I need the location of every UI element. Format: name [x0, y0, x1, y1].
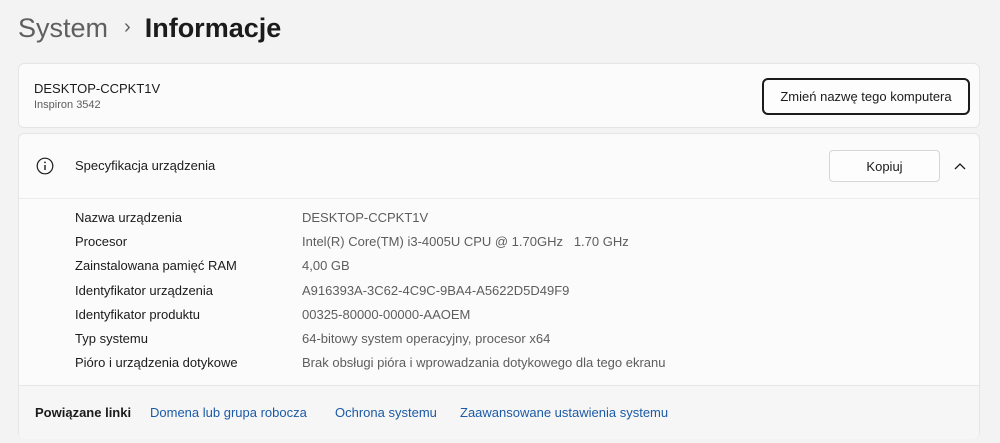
- spec-label: Pióro i urządzenia dotykowe: [75, 355, 238, 371]
- spec-row-device-id: Identyfikator urządzenia A916393A-3C62-4…: [19, 279, 979, 303]
- rename-pc-button[interactable]: Zmień nazwę tego komputera: [762, 78, 970, 115]
- device-specs-title: Specyfikacja urządzenia: [75, 158, 216, 173]
- spec-label: Procesor: [75, 234, 128, 250]
- device-model: Inspiron 3542: [34, 99, 101, 111]
- spec-row-pen-touch: Pióro i urządzenia dotykowe Brak obsługi…: [19, 351, 979, 375]
- spec-value: Brak obsługi pióra i wprowadzania dotyko…: [302, 355, 666, 371]
- spec-row-ram: Zainstalowana pamięć RAM 4,00 GB: [19, 254, 979, 278]
- copy-button[interactable]: Kopiuj: [829, 150, 940, 182]
- spec-value: 64-bitowy system operacyjny, procesor x6…: [302, 330, 551, 346]
- spec-list: Nazwa urządzenia DESKTOP-CCPKT1V Proceso…: [19, 206, 979, 375]
- device-name: DESKTOP-CCPKT1V: [34, 81, 161, 96]
- breadcrumb-system[interactable]: System: [18, 13, 108, 44]
- info-icon: [36, 157, 54, 175]
- breadcrumb-separator: ›: [124, 15, 131, 38]
- spec-value: 4,00 GB: [302, 258, 350, 274]
- spec-value: A916393A-3C62-4C9C-9BA4-A5622D5D49F9: [302, 282, 570, 298]
- breadcrumb: System › Informacje: [18, 8, 281, 48]
- spec-row-system-type: Typ systemu 64-bitowy system operacyjny,…: [19, 327, 979, 351]
- chevron-up-icon[interactable]: [949, 155, 971, 177]
- related-links-label: Powiązane linki: [35, 405, 132, 420]
- spec-label: Identyfikator produktu: [75, 306, 201, 322]
- link-system-protection[interactable]: Ochrona systemu: [335, 405, 437, 420]
- spec-value: 00325-80000-00000-AAOEM: [302, 306, 471, 322]
- device-specs-card: Specyfikacja urządzenia Kopiuj Nazwa urz…: [18, 133, 980, 439]
- spec-row-processor: Procesor Intel(R) Core(TM) i3-4005U CPU …: [19, 230, 979, 254]
- spec-row-device-name: Nazwa urządzenia DESKTOP-CCPKT1V: [19, 206, 979, 230]
- page-title: Informacje: [144, 12, 282, 43]
- device-specs-header[interactable]: Specyfikacja urządzenia Kopiuj: [19, 134, 979, 199]
- spec-value: DESKTOP-CCPKT1V: [302, 210, 429, 225]
- spec-row-product-id: Identyfikator produktu 00325-80000-00000…: [19, 303, 979, 327]
- spec-value: Intel(R) Core(TM) i3-4005U CPU @ 1.70GHz…: [302, 234, 629, 250]
- spec-label: Identyfikator urządzenia: [75, 282, 214, 298]
- link-domain-workgroup[interactable]: Domena lub grupa robocza: [150, 405, 307, 420]
- spec-label: Typ systemu: [75, 330, 148, 346]
- related-links: Powiązane linki Domena lub grupa robocza…: [19, 385, 979, 439]
- spec-label: Zainstalowana pamięć RAM: [75, 258, 237, 274]
- device-card: DESKTOP-CCPKT1V Inspiron 3542 Zmień nazw…: [18, 63, 980, 128]
- spec-label: Nazwa urządzenia: [75, 210, 182, 225]
- link-advanced-system-settings[interactable]: Zaawansowane ustawienia systemu: [460, 405, 668, 420]
